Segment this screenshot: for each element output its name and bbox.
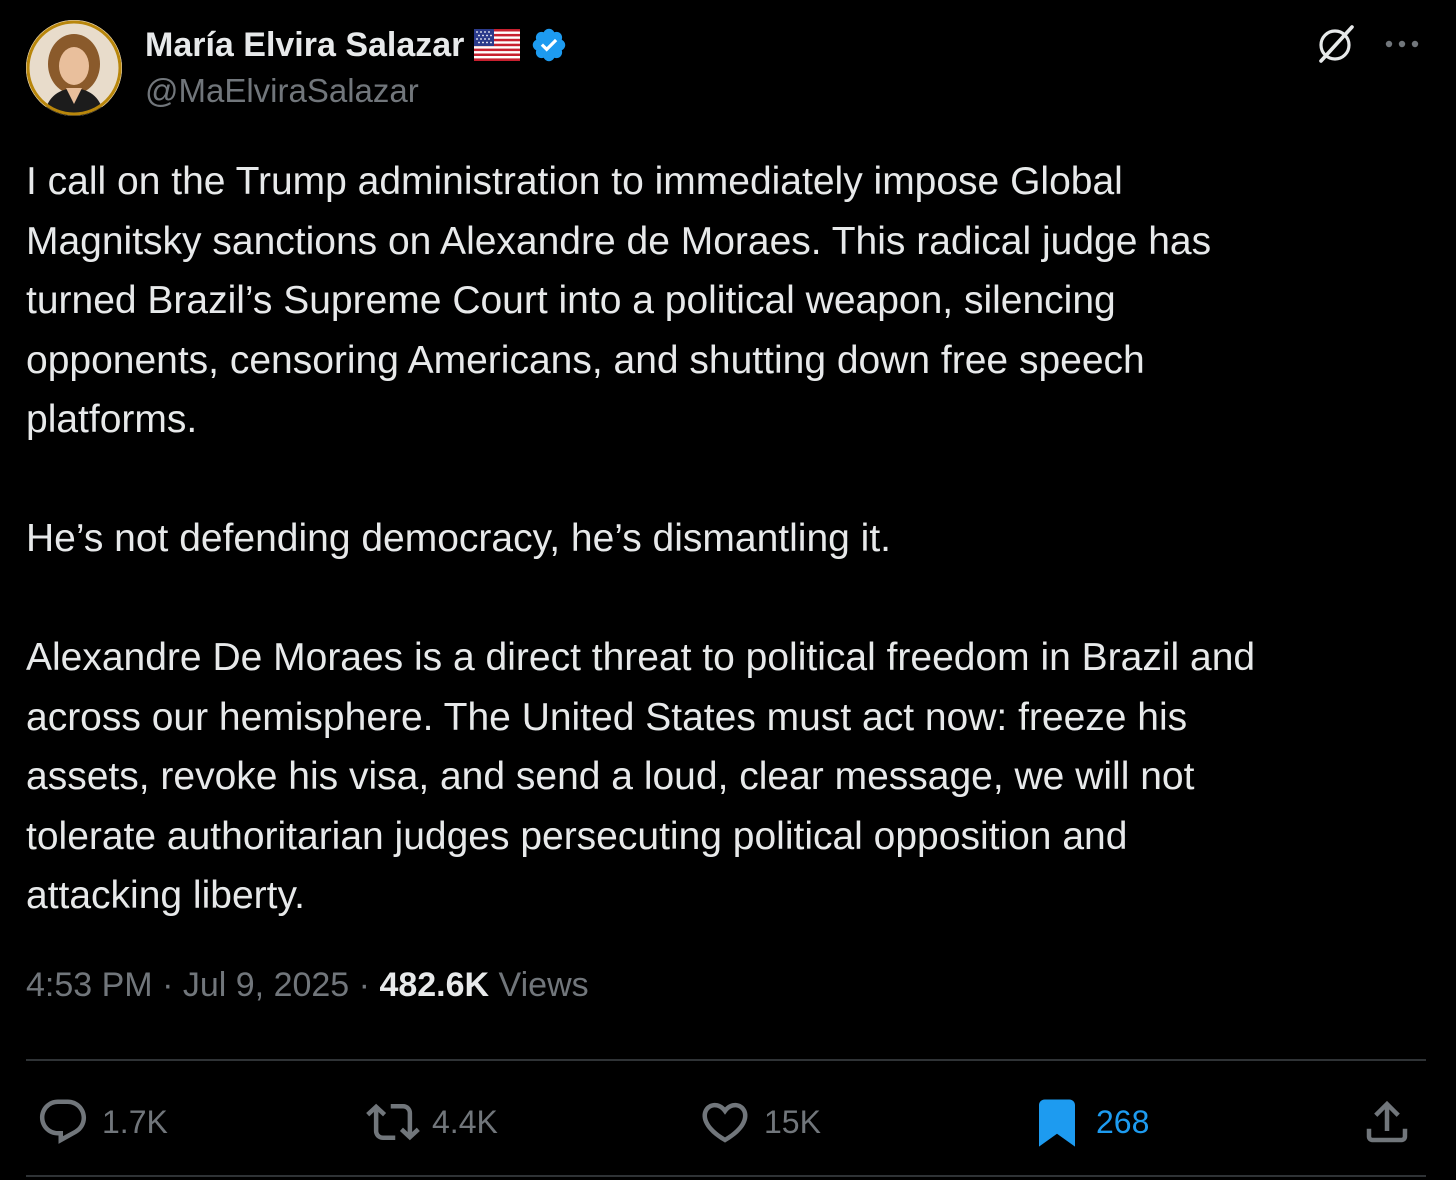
tweet-text-line: Magnitsky sanctions on Alexandre de Mora… [26, 219, 1212, 263]
views-count: 482.6K [379, 966, 490, 1004]
tweet-text-line: Alexandre De Moraes is a direct threat t… [26, 636, 1256, 679]
tweet-text: I call on the Trump administration to im… [26, 152, 1426, 926]
reply-count: 1.7K [102, 1103, 168, 1140]
tweet-text-line: platforms. [26, 398, 198, 441]
more-options-icon[interactable] [1382, 30, 1426, 58]
tweet-text-line: He’s not defending democracy, he’s disma… [26, 517, 891, 560]
tweet-text-line: assets, revoke his visa, and send a loud… [26, 755, 1195, 798]
reply-button[interactable]: 1.7K [36, 1094, 168, 1150]
tweet-card: María Elvira Salazar @MaElviraSalazar I … [0, 0, 1456, 1180]
divider [26, 1059, 1426, 1061]
us-flag-icon [474, 29, 521, 61]
tweet-text-line: opponents, censoring Americans, and shut… [26, 338, 1145, 382]
tweet-date[interactable]: Jul 9, 2025 [183, 966, 349, 1004]
share-icon [1366, 1100, 1408, 1143]
like-count: 15K [764, 1103, 821, 1140]
reply-icon [39, 1099, 87, 1144]
bookmark-icon [1039, 1099, 1075, 1147]
verified-badge-icon[interactable] [530, 26, 568, 64]
views-label: Views [498, 966, 589, 1004]
tweet-time[interactable]: 4:53 PM [26, 966, 153, 1004]
author-name-row: María Elvira Salazar [145, 22, 568, 68]
retweet-count: 4.4K [432, 1103, 498, 1140]
retweet-icon [366, 1103, 420, 1141]
meta-separator: · [162, 966, 174, 1004]
tweet-meta: 4:53 PM · Jul 9, 2025 · 482.6K Views [26, 966, 589, 1005]
retweet-button[interactable]: 4.4K [366, 1094, 498, 1150]
tweet-text-line: tolerate authoritarian judges persecutin… [26, 814, 1128, 858]
avatar[interactable] [26, 20, 122, 116]
bookmark-count: 268 [1096, 1103, 1150, 1140]
bookmark-button[interactable]: 268 [1030, 1094, 1149, 1150]
tweet-text-line: I call on the Trump administration to im… [26, 160, 1123, 203]
divider [26, 1175, 1426, 1177]
avatar-image [26, 20, 122, 116]
author-handle[interactable]: @MaElviraSalazar [145, 72, 419, 110]
meta-separator: · [358, 966, 370, 1004]
tweet-text-line: across our hemisphere. The United States… [26, 695, 1188, 739]
grok-icon[interactable] [1314, 22, 1358, 66]
tweet-text-line: turned Brazil’s Supreme Court into a pol… [26, 279, 1116, 322]
author-display-name[interactable]: María Elvira Salazar [145, 26, 464, 65]
share-button[interactable] [1360, 1094, 1414, 1150]
tweet-text-line: attacking liberty. [26, 874, 305, 917]
like-button[interactable]: 15K [698, 1094, 821, 1150]
heart-icon [702, 1102, 748, 1143]
